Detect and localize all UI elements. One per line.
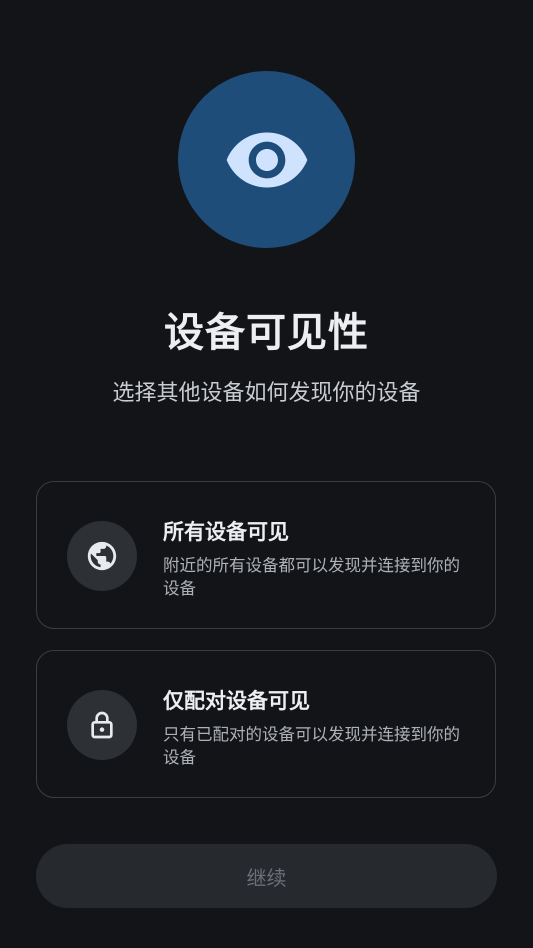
continue-button[interactable]: 继续 xyxy=(36,844,497,908)
option-title: 仅配对设备可见 xyxy=(163,689,310,713)
globe-icon xyxy=(87,541,117,571)
option-description: 附近的所有设备都可以发现并连接到你的设备 xyxy=(163,556,460,598)
option-description: 只有已配对的设备可以发现并连接到你的设备 xyxy=(163,725,460,767)
option-all-devices[interactable]: 所有设备可见 附近的所有设备都可以发现并连接到你的设备 xyxy=(36,481,496,629)
visibility-hero-icon xyxy=(178,71,355,248)
lock-icon xyxy=(91,711,113,739)
eye-icon xyxy=(226,132,307,187)
option-icon-container xyxy=(67,521,137,591)
option-title: 所有设备可见 xyxy=(163,520,289,544)
page-title: 设备可见性 xyxy=(164,310,369,356)
option-paired-devices[interactable]: 仅配对设备可见 只有已配对的设备可以发现并连接到你的设备 xyxy=(36,650,496,798)
page-subtitle: 选择其他设备如何发现你的设备 xyxy=(112,381,421,406)
option-icon-container xyxy=(67,690,137,760)
